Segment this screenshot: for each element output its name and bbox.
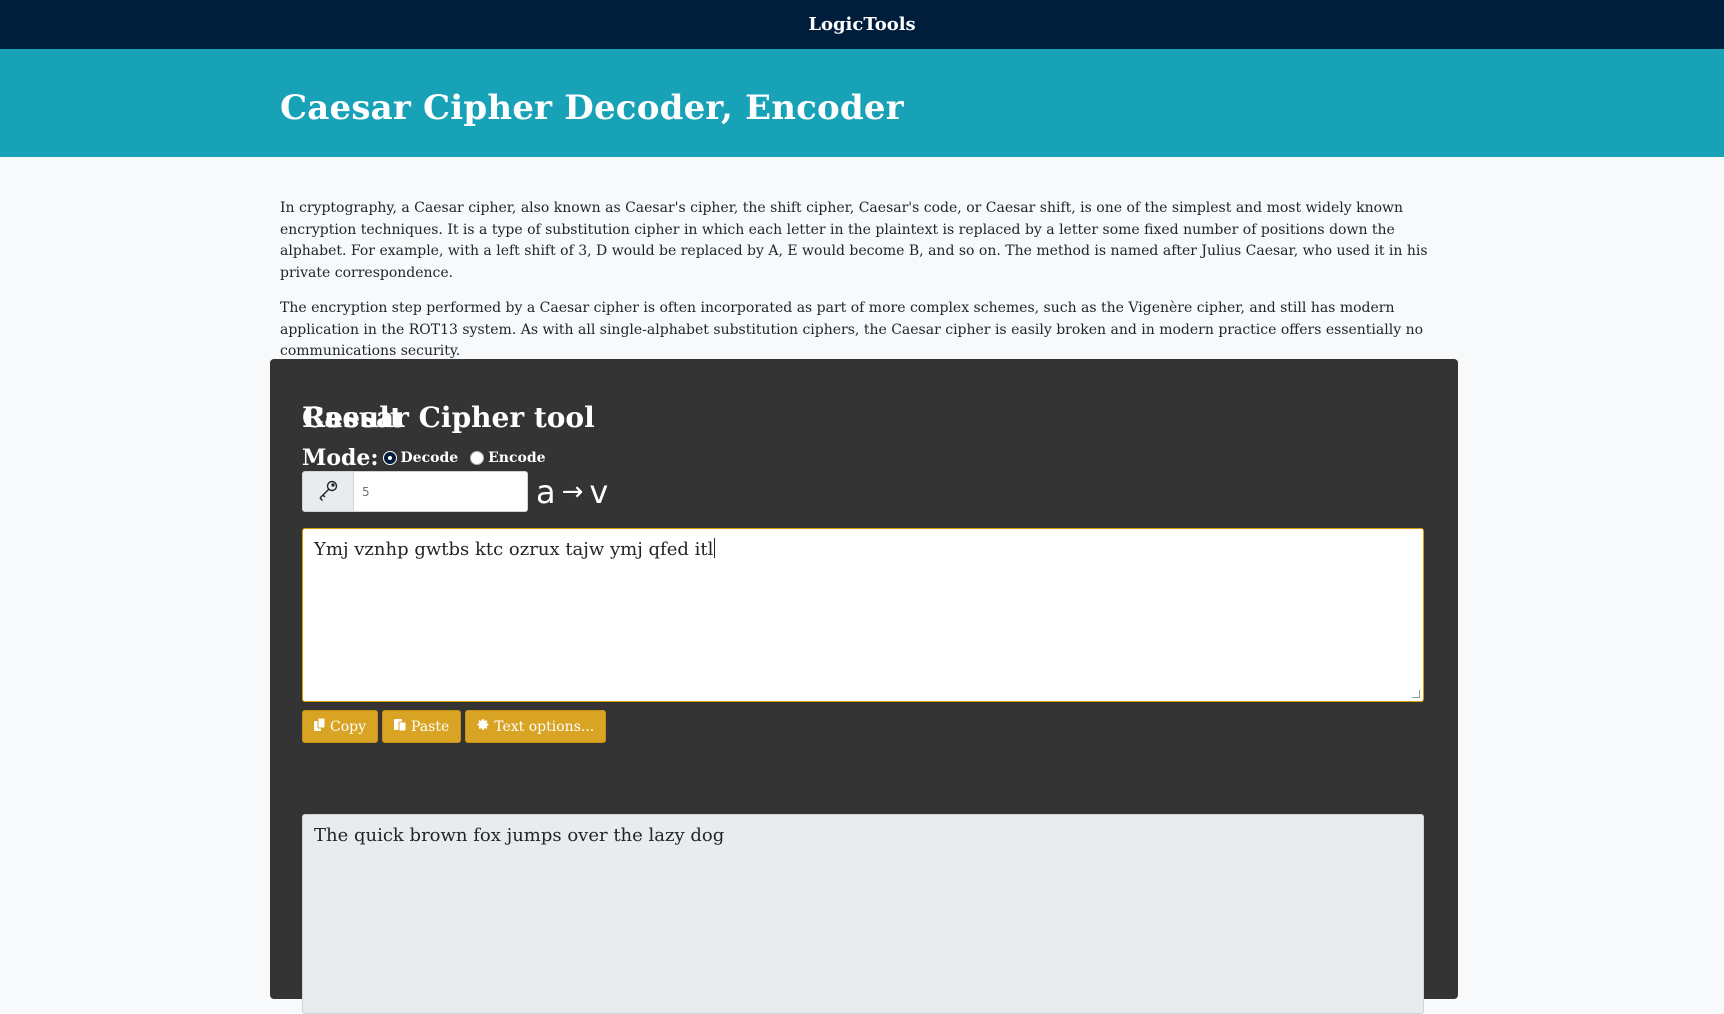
mapping-to: v [589,472,609,511]
text-options-button[interactable]: Text options... [465,710,607,743]
result-text: The quick brown fox jumps over the lazy … [314,825,725,846]
shift-input[interactable] [354,471,528,512]
paste-icon [394,718,407,735]
gear-icon [477,718,490,735]
cipher-input-textarea[interactable]: Ymj vznhp gwtbs ktc ozrux tajw ymj qfed … [302,528,1424,702]
result-heading: Result [302,401,403,434]
cipher-tool-panel: Caesar Cipher tool Mode: Decode Encode 5… [270,359,1458,1014]
letter-mapping: a → v [536,476,608,508]
shift-key-row: a → v [302,471,608,512]
encode-label: Encode [488,450,546,466]
text-caret [714,538,716,558]
copy-icon [314,717,326,735]
hero-banner: Caesar Cipher Decoder, Encoder [0,49,1724,157]
input-text: Ymj vznhp gwtbs ktc ozrux tajw ymj qfed … [314,539,714,560]
top-navbar: LogicTools [0,0,1724,49]
copy-button[interactable]: Copy [302,710,379,743]
brand-logo-link[interactable]: LogicTools [808,14,915,35]
intro-paragraph-1: In cryptography, a Caesar cipher, also k… [280,200,1428,281]
intro-text: In cryptography, a Caesar cipher, also k… [280,198,1450,377]
decode-radio[interactable] [382,451,397,465]
key-button[interactable] [302,471,354,512]
result-textarea[interactable]: The quick brown fox jumps over the lazy … [302,814,1424,1014]
mapping-from: a [536,472,556,511]
mode-decode-option[interactable]: Decode [382,450,459,466]
decode-label: Decode [400,450,459,466]
input-actions: Copy Paste Text options... [302,710,607,743]
encode-radio[interactable] [470,451,485,465]
intro-paragraph-2: The encryption step performed by a Caesa… [280,300,1424,359]
paste-label: Paste [411,718,450,735]
mode-label: Mode: [302,445,379,471]
page-title: Caesar Cipher Decoder, Encoder [280,88,904,128]
mode-encode-option[interactable]: Encode [470,450,546,466]
copy-label: Copy [330,718,367,735]
paste-button[interactable]: Paste [382,710,462,743]
resize-handle[interactable] [1412,690,1420,698]
text-options-label: Text options... [494,718,595,735]
mode-selector: Mode: Decode Encode [302,445,554,471]
arrow-right-icon: → [561,476,584,507]
key-icon [316,478,340,506]
